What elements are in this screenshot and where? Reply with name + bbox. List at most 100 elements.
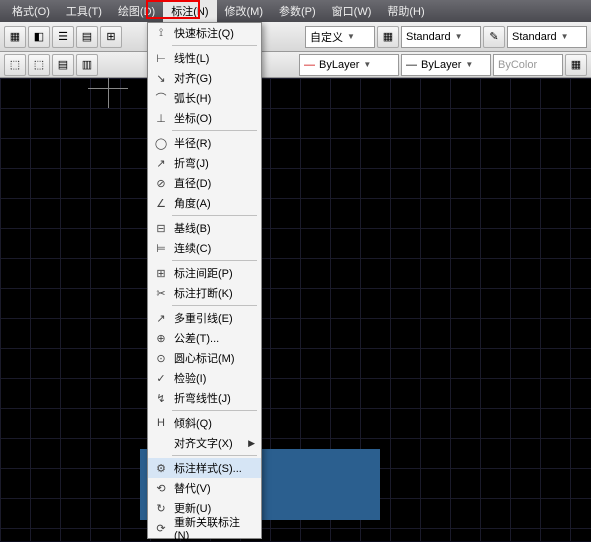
menu-item-label: 标注间距(P) (174, 265, 233, 281)
menu-item-label: 直径(D) (174, 175, 211, 191)
menu-item[interactable]: ↗多重引线(E) (148, 308, 261, 328)
menu-item[interactable]: ⊨连续(C) (148, 238, 261, 258)
menu-item-icon: ⊘ (152, 175, 170, 191)
menu-item-icon: ⟲ (152, 480, 170, 496)
submenu-arrow-icon: ▶ (248, 438, 255, 449)
menu-item-label: 标注样式(S)... (174, 460, 242, 476)
menu-item-icon: ∠ (152, 195, 170, 211)
menu-item-label: 角度(A) (174, 195, 211, 211)
menu-separator (172, 455, 257, 456)
menu-help[interactable]: 帮助(H) (379, 0, 432, 22)
menu-item-label: 连续(C) (174, 240, 211, 256)
menu-item[interactable]: ✂标注打断(K) (148, 283, 261, 303)
menu-item-icon: ⊨ (152, 240, 170, 256)
menu-item-label: 快速标注(Q) (174, 25, 234, 41)
menu-item[interactable]: ⚙标注样式(S)... (148, 458, 261, 478)
bylayer-label: ByLayer (319, 59, 359, 71)
tool-btn-icon[interactable]: ◧ (28, 26, 50, 48)
menu-item-icon: ↗ (152, 310, 170, 326)
chevron-down-icon: ▼ (363, 60, 371, 69)
menu-item[interactable]: H倾斜(Q) (148, 413, 261, 433)
menu-item-icon: ⊢ (152, 50, 170, 66)
menu-modify[interactable]: 修改(M) (217, 0, 272, 22)
tool-btn-icon[interactable]: ▤ (76, 26, 98, 48)
menu-item-icon: ◯ (152, 135, 170, 151)
menu-item-label: 折弯线性(J) (174, 390, 231, 406)
menu-item[interactable]: ⊘直径(D) (148, 173, 261, 193)
menu-item[interactable]: ⊟基线(B) (148, 218, 261, 238)
menu-item[interactable]: ↯折弯线性(J) (148, 388, 261, 408)
menu-item[interactable]: ⊥坐标(O) (148, 108, 261, 128)
bylayer-dropdown-1[interactable]: —ByLayer▼ (299, 54, 399, 76)
menu-item-icon: ↯ (152, 390, 170, 406)
tool-btn-icon[interactable]: ▦ (565, 54, 587, 76)
toolbar-1: ▦ ◧ ☰ ▤ ⊞ 自定义 ▼ ▦ Standard▼ ✎ Standard▼ (0, 22, 591, 52)
menu-item-icon: ↗ (152, 155, 170, 171)
menu-separator (172, 130, 257, 131)
chevron-down-icon: ▼ (347, 32, 355, 41)
menu-item[interactable]: ◯半径(R) (148, 133, 261, 153)
menu-item-icon: ⊞ (152, 265, 170, 281)
menu-dimension[interactable]: 标注(N) (163, 0, 216, 22)
menu-separator (172, 260, 257, 261)
menu-item-label: 基线(B) (174, 220, 211, 236)
menu-draw[interactable]: 绘图(D) (110, 0, 163, 22)
custom-label: 自定义 (310, 29, 343, 45)
menu-item[interactable]: ↗折弯(J) (148, 153, 261, 173)
toolbar-2: ⬚ ⬚ ▤ ▥ —ByLayer▼ —ByLayer▼ ByColor ▦ (0, 52, 591, 78)
tool-btn-icon[interactable]: ▥ (76, 54, 98, 76)
menu-item[interactable]: ⊙圆心标记(M) (148, 348, 261, 368)
style-dropdown-1[interactable]: Standard▼ (401, 26, 481, 48)
menu-item-icon: ⌒ (152, 90, 170, 106)
menu-item-label: 重新关联标注(N) (174, 514, 253, 542)
menu-separator (172, 45, 257, 46)
menu-item[interactable]: ∠角度(A) (148, 193, 261, 213)
menu-item-icon: ↘ (152, 70, 170, 86)
menu-item-icon: ⊟ (152, 220, 170, 236)
crosshair-icon (88, 88, 128, 89)
tool-btn-icon[interactable]: ⬚ (4, 54, 26, 76)
menu-item-icon: ✓ (152, 370, 170, 386)
menu-item[interactable]: ⌒弧长(H) (148, 88, 261, 108)
tool-btn-icon[interactable]: ⊞ (100, 26, 122, 48)
tool-btn-icon[interactable]: ▦ (377, 26, 399, 48)
bycolor-dropdown[interactable]: ByColor (493, 54, 563, 76)
menu-item[interactable]: ⊢线性(L) (148, 48, 261, 68)
menu-item-label: 线性(L) (174, 50, 209, 66)
menubar: 格式(O) 工具(T) 绘图(D) 标注(N) 修改(M) 参数(P) 窗口(W… (0, 0, 591, 22)
menu-params[interactable]: 参数(P) (271, 0, 324, 22)
menu-separator (172, 410, 257, 411)
menu-item-icon: ⊕ (152, 330, 170, 346)
menu-separator (172, 215, 257, 216)
tool-btn-icon[interactable]: ✎ (483, 26, 505, 48)
menu-item-label: 对齐文字(X) (174, 435, 233, 451)
tool-btn-icon[interactable]: ⬚ (28, 54, 50, 76)
menu-item[interactable]: ⊕公差(T)... (148, 328, 261, 348)
menu-item[interactable]: ⟟快速标注(Q) (148, 23, 261, 43)
menu-item-icon (152, 435, 170, 451)
bylayer-dropdown-2[interactable]: —ByLayer▼ (401, 54, 491, 76)
menu-window[interactable]: 窗口(W) (324, 0, 380, 22)
tool-btn-icon[interactable]: ☰ (52, 26, 74, 48)
menu-item[interactable]: ✓检验(I) (148, 368, 261, 388)
menu-item[interactable]: 对齐文字(X) ▶ (148, 433, 261, 453)
menu-item-label: 半径(R) (174, 135, 211, 151)
menu-item-label: 检验(I) (174, 370, 206, 386)
menu-tools[interactable]: 工具(T) (58, 0, 110, 22)
crosshair-icon (108, 78, 109, 108)
style-label: Standard (406, 31, 451, 43)
style-dropdown-2[interactable]: Standard▼ (507, 26, 587, 48)
custom-dropdown[interactable]: 自定义 ▼ (305, 26, 375, 48)
menu-item-label: 坐标(O) (174, 110, 212, 126)
menu-item[interactable]: ⊞标注间距(P) (148, 263, 261, 283)
tool-btn-icon[interactable]: ▤ (52, 54, 74, 76)
menu-item-icon: ↻ (152, 500, 170, 516)
menu-item-icon: ✂ (152, 285, 170, 301)
menu-item[interactable]: ↘对齐(G) (148, 68, 261, 88)
menu-item[interactable]: ⟳重新关联标注(N) (148, 518, 261, 538)
menu-item-label: 圆心标记(M) (174, 350, 235, 366)
menu-format[interactable]: 格式(O) (4, 0, 58, 22)
menu-item[interactable]: ⟲替代(V) (148, 478, 261, 498)
tool-btn-icon[interactable]: ▦ (4, 26, 26, 48)
menu-item-icon: H (152, 415, 170, 431)
